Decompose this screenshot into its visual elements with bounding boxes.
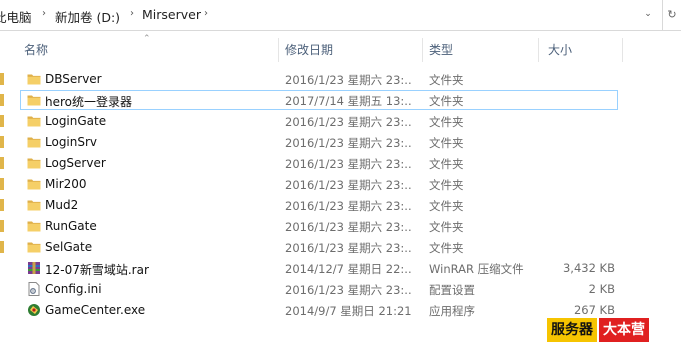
column-header-modified[interactable]: 修改日期 bbox=[285, 36, 333, 64]
file-name: hero统一登录器 bbox=[45, 95, 133, 109]
file-name: LoginGate bbox=[45, 114, 107, 128]
watermark-logo: 服务器 大本营 bbox=[547, 318, 649, 342]
folder-icon bbox=[27, 72, 41, 86]
breadcrumb-separator-icon[interactable]: › bbox=[204, 8, 208, 19]
file-modified: 2016/1/23 星期六 23:.. bbox=[285, 157, 412, 171]
folder-icon bbox=[27, 177, 41, 191]
folder-icon bbox=[27, 240, 41, 254]
nav-pane-edge-folder-icon[interactable] bbox=[0, 73, 4, 85]
file-name: SelGate bbox=[45, 240, 93, 254]
folder-icon bbox=[27, 93, 41, 107]
nav-pane-edge-folder-icon[interactable] bbox=[0, 157, 4, 169]
folder-icon bbox=[27, 198, 41, 212]
file-modified: 2016/1/23 星期六 23:.. bbox=[285, 199, 412, 213]
file-row[interactable]: Config.ini 2016/1/23 星期六 23:.. 配置设置 2 KB bbox=[0, 279, 681, 300]
nav-pane-edge-folder-icon[interactable] bbox=[0, 178, 4, 190]
column-divider[interactable] bbox=[538, 38, 539, 62]
file-name: DBServer bbox=[45, 72, 102, 86]
column-divider[interactable] bbox=[622, 38, 623, 62]
file-type: 文件夹 bbox=[429, 157, 464, 171]
nav-pane-edge-folder-icon[interactable] bbox=[0, 136, 4, 148]
breadcrumb-mirserver[interactable]: Mirserver bbox=[142, 7, 201, 22]
watermark-text-2: 大本营 bbox=[599, 318, 649, 342]
file-modified: 2014/12/7 星期日 22:.. bbox=[285, 262, 412, 276]
file-row[interactable]: SelGate 2016/1/23 星期六 23:.. 文件夹 bbox=[0, 237, 681, 258]
file-modified: 2016/1/23 星期六 23:.. bbox=[285, 136, 412, 150]
file-modified: 2016/1/23 星期六 23:.. bbox=[285, 73, 412, 87]
file-size: 3,432 KB bbox=[562, 261, 615, 275]
file-name: LogServer bbox=[45, 156, 106, 170]
column-divider[interactable] bbox=[422, 38, 423, 62]
folder-icon bbox=[27, 135, 41, 149]
nav-pane-edge-folder-icon[interactable] bbox=[0, 115, 4, 127]
file-name: Mir200 bbox=[45, 177, 87, 191]
file-modified: 2016/1/23 星期六 23:.. bbox=[285, 178, 412, 192]
file-name: 12-07新雪域站.rar bbox=[45, 263, 149, 277]
file-row[interactable]: RunGate 2016/1/23 星期六 23:.. 文件夹 bbox=[0, 216, 681, 237]
column-header-bar: ⌃ 名称 修改日期 类型 大小 bbox=[0, 34, 681, 64]
file-name: Config.ini bbox=[45, 282, 102, 296]
address-history-dropdown-icon[interactable]: ⌄ bbox=[641, 6, 655, 22]
file-type: 文件夹 bbox=[429, 241, 464, 255]
file-type: 文件夹 bbox=[429, 73, 464, 87]
file-row[interactable]: LoginGate 2016/1/23 星期六 23:.. 文件夹 bbox=[0, 111, 681, 132]
file-type: 文件夹 bbox=[429, 178, 464, 192]
file-name: Mud2 bbox=[45, 198, 79, 212]
column-header-size[interactable]: 大小 bbox=[548, 36, 572, 64]
folder-icon bbox=[27, 219, 41, 233]
file-type: 文件夹 bbox=[429, 136, 464, 150]
folder-icon bbox=[27, 114, 41, 128]
file-size: 267 KB bbox=[573, 303, 615, 317]
nav-pane-edge-folder-icon[interactable] bbox=[0, 199, 4, 211]
column-header-name[interactable]: 名称 bbox=[24, 36, 48, 64]
file-modified: 2014/9/7 星期日 21:21 bbox=[285, 304, 412, 318]
column-header-type[interactable]: 类型 bbox=[429, 36, 453, 64]
nav-pane-edge-folder-icon[interactable] bbox=[0, 94, 4, 106]
file-name: RunGate bbox=[45, 219, 97, 233]
file-modified: 2016/1/23 星期六 23:.. bbox=[285, 283, 412, 297]
file-type: 文件夹 bbox=[429, 199, 464, 213]
folder-icon bbox=[27, 156, 41, 170]
rar-archive-icon bbox=[27, 261, 41, 275]
nav-pane-edge-folder-icon[interactable] bbox=[0, 220, 4, 232]
file-row[interactable]: Mud2 2016/1/23 星期六 23:.. 文件夹 bbox=[0, 195, 681, 216]
file-type: 文件夹 bbox=[429, 220, 464, 234]
file-row[interactable]: LoginSrv 2016/1/23 星期六 23:.. 文件夹 bbox=[0, 132, 681, 153]
file-name: LoginSrv bbox=[45, 135, 98, 149]
file-type: 应用程序 bbox=[429, 304, 475, 318]
refresh-icon[interactable]: ↻ bbox=[662, 0, 681, 30]
column-divider[interactable] bbox=[278, 38, 279, 62]
file-type: 文件夹 bbox=[429, 94, 464, 108]
file-type: WinRAR 压缩文件 bbox=[429, 262, 524, 276]
file-modified: 2017/7/14 星期五 13:.. bbox=[285, 94, 412, 108]
file-modified: 2016/1/23 星期六 23:.. bbox=[285, 220, 412, 234]
file-size: 2 KB bbox=[588, 282, 615, 296]
file-type: 文件夹 bbox=[429, 115, 464, 129]
breadcrumb-separator-icon[interactable]: › bbox=[42, 8, 46, 19]
nav-pane-edge-folder-icon[interactable] bbox=[0, 241, 4, 253]
file-modified: 2016/1/23 星期六 23:.. bbox=[285, 241, 412, 255]
breadcrumb-this-pc[interactable]: 此电脑 bbox=[0, 7, 32, 26]
breadcrumb-separator-icon[interactable]: › bbox=[130, 8, 134, 19]
app-exe-icon bbox=[27, 303, 41, 317]
file-row[interactable]: DBServer 2016/1/23 星期六 23:.. 文件夹 bbox=[0, 69, 681, 90]
file-row[interactable]: 12-07新雪域站.rar 2014/12/7 星期日 22:.. WinRAR 压… bbox=[0, 258, 681, 279]
breadcrumb-drive-d[interactable]: 新加卷 (D:) bbox=[55, 7, 120, 26]
file-name: GameCenter.exe bbox=[45, 303, 146, 317]
file-modified: 2016/1/23 星期六 23:.. bbox=[285, 115, 412, 129]
config-file-icon bbox=[27, 282, 41, 296]
file-row[interactable]: LogServer 2016/1/23 星期六 23:.. 文件夹 bbox=[0, 153, 681, 174]
file-row[interactable]: Mir200 2016/1/23 星期六 23:.. 文件夹 bbox=[0, 174, 681, 195]
address-bar[interactable]: 此电脑 › 新加卷 (D:) › Mirserver › ⌄ ↻ bbox=[0, 0, 681, 31]
sort-ascending-icon: ⌃ bbox=[143, 34, 151, 44]
watermark-text-1: 服务器 bbox=[547, 318, 597, 342]
file-row[interactable]: hero统一登录器 2017/7/14 星期五 13:.. 文件夹 bbox=[0, 90, 681, 111]
file-type: 配置设置 bbox=[429, 283, 475, 297]
